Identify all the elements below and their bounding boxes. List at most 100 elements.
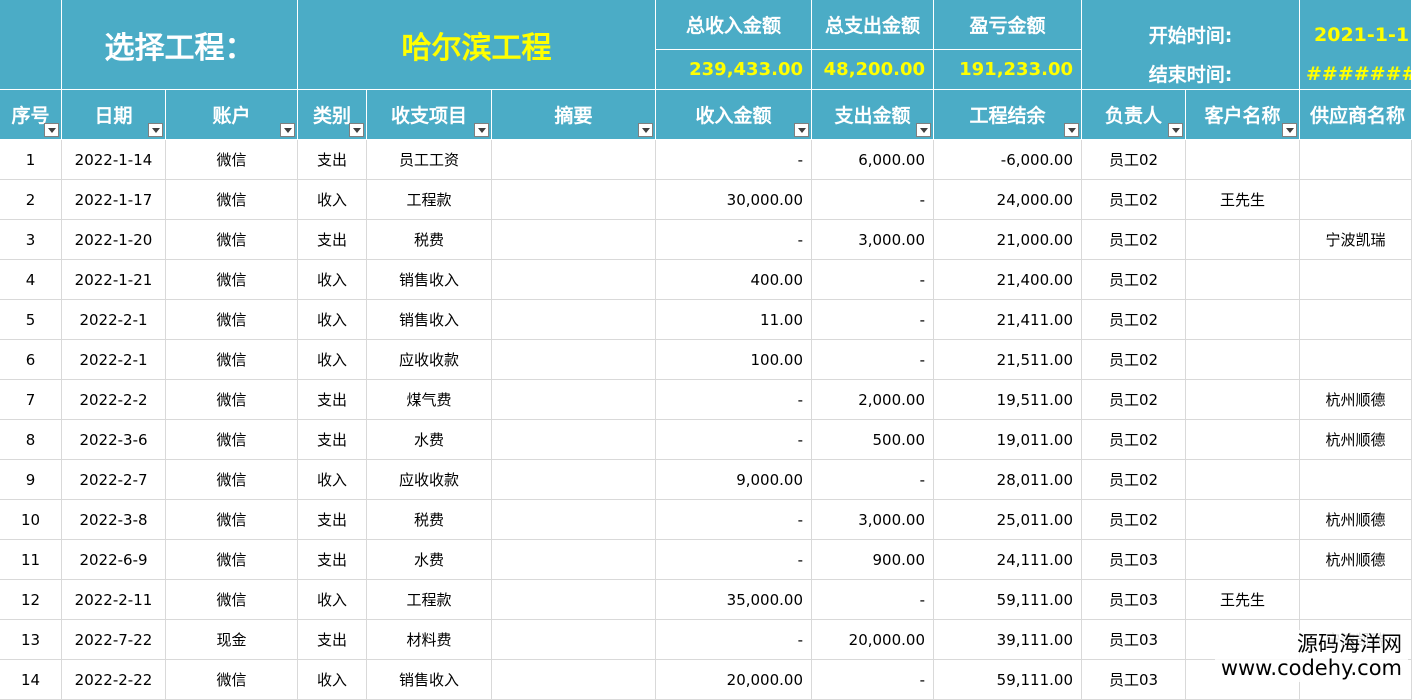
cell-customer[interactable]	[1186, 540, 1300, 580]
cell-item[interactable]: 水费	[367, 540, 492, 580]
cell-date[interactable]: 2022-1-17	[62, 180, 166, 220]
cell-customer[interactable]	[1186, 260, 1300, 300]
cell-index[interactable]: 6	[0, 340, 62, 380]
cell-owner[interactable]: 员工02	[1082, 500, 1186, 540]
cell-expense[interactable]: 900.00	[812, 540, 934, 580]
cell-balance[interactable]: 21,400.00	[934, 260, 1082, 300]
cell-summary[interactable]	[492, 300, 656, 340]
cell-customer[interactable]	[1186, 140, 1300, 180]
cell-account[interactable]: 微信	[166, 500, 298, 540]
cell-date[interactable]: 2022-2-1	[62, 300, 166, 340]
cell-account[interactable]: 现金	[166, 620, 298, 660]
cell-item[interactable]: 水费	[367, 420, 492, 460]
cell-expense[interactable]: 500.00	[812, 420, 934, 460]
cell-income[interactable]: 400.00	[656, 260, 812, 300]
cell-category[interactable]: 支出	[298, 620, 367, 660]
cell-expense[interactable]: -	[812, 580, 934, 620]
filter-dropdown-icon[interactable]	[44, 123, 59, 137]
cell-item[interactable]: 税费	[367, 500, 492, 540]
cell-date[interactable]: 2022-2-2	[62, 380, 166, 420]
cell-income[interactable]: -	[656, 140, 812, 180]
cell-expense[interactable]: 20,000.00	[812, 620, 934, 660]
cell-customer[interactable]: 王先生	[1186, 180, 1300, 220]
cell-summary[interactable]	[492, 620, 656, 660]
cell-owner[interactable]: 员工02	[1082, 420, 1186, 460]
cell-item[interactable]: 销售收入	[367, 660, 492, 700]
cell-item[interactable]: 销售收入	[367, 260, 492, 300]
cell-category[interactable]: 支出	[298, 420, 367, 460]
cell-summary[interactable]	[492, 420, 656, 460]
cell-date[interactable]: 2022-3-8	[62, 500, 166, 540]
cell-summary[interactable]	[492, 380, 656, 420]
cell-item[interactable]: 材料费	[367, 620, 492, 660]
cell-category[interactable]: 收入	[298, 580, 367, 620]
cell-customer[interactable]	[1186, 340, 1300, 380]
cell-date[interactable]: 2022-1-20	[62, 220, 166, 260]
cell-owner[interactable]: 员工02	[1082, 460, 1186, 500]
cell-owner[interactable]: 员工02	[1082, 220, 1186, 260]
cell-index[interactable]: 12	[0, 580, 62, 620]
cell-summary[interactable]	[492, 220, 656, 260]
cell-balance[interactable]: 59,111.00	[934, 660, 1082, 700]
filter-dropdown-icon[interactable]	[794, 123, 809, 137]
cell-summary[interactable]	[492, 580, 656, 620]
cell-expense[interactable]: -	[812, 260, 934, 300]
cell-owner[interactable]: 员工02	[1082, 260, 1186, 300]
cell-summary[interactable]	[492, 140, 656, 180]
cell-date[interactable]: 2022-2-7	[62, 460, 166, 500]
cell-income[interactable]: 9,000.00	[656, 460, 812, 500]
cell-customer[interactable]	[1186, 420, 1300, 460]
cell-category[interactable]: 支出	[298, 540, 367, 580]
cell-index[interactable]: 14	[0, 660, 62, 700]
cell-summary[interactable]	[492, 340, 656, 380]
cell-item[interactable]: 税费	[367, 220, 492, 260]
cell-expense[interactable]: 3,000.00	[812, 220, 934, 260]
cell-balance[interactable]: 24,000.00	[934, 180, 1082, 220]
cell-date[interactable]: 2022-2-1	[62, 340, 166, 380]
cell-account[interactable]: 微信	[166, 140, 298, 180]
cell-supplier[interactable]: 杭州顺德	[1300, 420, 1412, 460]
cell-account[interactable]: 微信	[166, 460, 298, 500]
cell-category[interactable]: 收入	[298, 660, 367, 700]
cell-customer[interactable]	[1186, 460, 1300, 500]
cell-income[interactable]: -	[656, 420, 812, 460]
project-selector[interactable]: 哈尔滨工程	[298, 0, 656, 90]
filter-dropdown-icon[interactable]	[280, 123, 295, 137]
cell-supplier[interactable]: 宁波凯瑞	[1300, 220, 1412, 260]
cell-balance[interactable]: 21,411.00	[934, 300, 1082, 340]
cell-account[interactable]: 微信	[166, 340, 298, 380]
filter-dropdown-icon[interactable]	[1168, 123, 1183, 137]
cell-account[interactable]: 微信	[166, 300, 298, 340]
cell-customer[interactable]	[1186, 380, 1300, 420]
cell-item[interactable]: 销售收入	[367, 300, 492, 340]
cell-income[interactable]: -	[656, 500, 812, 540]
cell-item[interactable]: 员工工资	[367, 140, 492, 180]
cell-date[interactable]: 2022-6-9	[62, 540, 166, 580]
cell-balance[interactable]: 59,111.00	[934, 580, 1082, 620]
cell-expense[interactable]: -	[812, 660, 934, 700]
cell-summary[interactable]	[492, 660, 656, 700]
filter-dropdown-icon[interactable]	[638, 123, 653, 137]
cell-owner[interactable]: 员工02	[1082, 300, 1186, 340]
cell-category[interactable]: 收入	[298, 460, 367, 500]
cell-account[interactable]: 微信	[166, 260, 298, 300]
filter-dropdown-icon[interactable]	[1282, 123, 1297, 137]
cell-date[interactable]: 2022-1-14	[62, 140, 166, 180]
cell-owner[interactable]: 员工02	[1082, 340, 1186, 380]
cell-category[interactable]: 收入	[298, 260, 367, 300]
cell-index[interactable]: 9	[0, 460, 62, 500]
cell-expense[interactable]: -	[812, 340, 934, 380]
cell-account[interactable]: 微信	[166, 220, 298, 260]
cell-income[interactable]: 35,000.00	[656, 580, 812, 620]
cell-index[interactable]: 10	[0, 500, 62, 540]
cell-summary[interactable]	[492, 540, 656, 580]
cell-income[interactable]: -	[656, 540, 812, 580]
cell-balance[interactable]: 19,511.00	[934, 380, 1082, 420]
cell-item[interactable]: 应收收款	[367, 460, 492, 500]
cell-date[interactable]: 2022-1-21	[62, 260, 166, 300]
cell-expense[interactable]: 6,000.00	[812, 140, 934, 180]
cell-account[interactable]: 微信	[166, 580, 298, 620]
cell-index[interactable]: 13	[0, 620, 62, 660]
cell-owner[interactable]: 员工02	[1082, 140, 1186, 180]
cell-summary[interactable]	[492, 260, 656, 300]
